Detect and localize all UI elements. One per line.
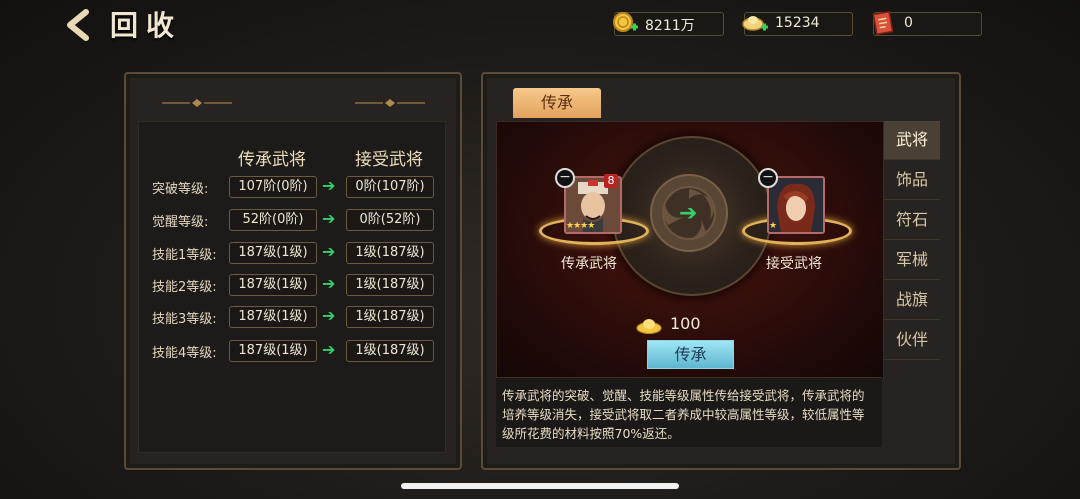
col-header-source: 传承武将: [238, 150, 306, 170]
row-label: 突破等级:: [152, 182, 209, 197]
arrow-right-icon: ➔: [322, 242, 336, 261]
cost-value: 100: [670, 314, 701, 333]
tab-banner[interactable]: 战旗: [884, 281, 940, 320]
back-arrow-icon[interactable]: [62, 8, 96, 42]
row-label: 技能1等级:: [152, 248, 217, 263]
tab-hero[interactable]: 武将: [884, 121, 940, 160]
inherit-description: 传承武将的突破、觉醒、技能等级属性传给接受武将，传承武将的培养等级消失，接受武将…: [496, 377, 882, 447]
row-label: 技能3等级:: [152, 312, 217, 327]
tab-accessory[interactable]: 饰品: [884, 161, 940, 200]
inherit-confirm-button[interactable]: 传承: [647, 340, 734, 369]
row-label: 觉醒等级:: [152, 215, 209, 230]
target-value: 1级(187级): [346, 274, 434, 296]
arrow-right-icon: ➔: [322, 274, 336, 293]
arrow-right-icon: ➔: [322, 209, 336, 228]
ticket-value: 0: [904, 15, 913, 31]
target-hero-stars-icon: ★: [769, 221, 778, 231]
remove-target-hero-icon[interactable]: −: [758, 168, 778, 188]
gold-resource[interactable]: 8211万: [613, 12, 724, 36]
tab-companion[interactable]: 伙伴: [884, 321, 940, 360]
target-value: 0阶(52阶): [346, 209, 434, 231]
source-value: 187级(1级): [229, 340, 317, 362]
row-label: 技能2等级:: [152, 280, 217, 295]
gold-coins-plus-icon: [613, 12, 638, 32]
ornament-right: [355, 99, 425, 107]
tab-inherit[interactable]: 传承: [513, 88, 601, 118]
source-value: 52阶(0阶): [229, 209, 317, 231]
ornament-left: [162, 99, 232, 107]
home-indicator[interactable]: [401, 483, 679, 489]
row-label: 技能4等级:: [152, 346, 217, 361]
gold-ingot-icon: [636, 319, 662, 334]
target-value: 1级(187级): [346, 242, 434, 264]
col-header-target: 接受武将: [355, 150, 423, 170]
page-title: 回收: [110, 9, 183, 42]
tab-armament[interactable]: 军械: [884, 241, 940, 280]
transfer-arrow-icon: ➔: [679, 201, 698, 226]
target-hero-label: 接受武将: [766, 256, 822, 272]
source-value: 107阶(0阶): [229, 176, 317, 198]
source-value: 187级(1级): [229, 274, 317, 296]
arrow-right-icon: ➔: [322, 306, 336, 325]
gold-value: 8211万: [645, 18, 695, 34]
category-tabs: 武将 饰品 符石 军械 战旗 伙伴: [884, 121, 942, 361]
scroll-ticket-icon: [872, 10, 894, 36]
arrow-right-icon: ➔: [322, 176, 336, 195]
tab-rune[interactable]: 符石: [884, 201, 940, 240]
source-value: 187级(1级): [229, 306, 317, 328]
remove-source-hero-icon[interactable]: −: [555, 168, 575, 188]
target-value: 0阶(107阶): [346, 176, 434, 198]
hero-portrait-icon: [769, 178, 823, 232]
source-value: 187级(1级): [229, 242, 317, 264]
source-hero-badge: 8: [604, 174, 618, 188]
source-hero-label: 传承武将: [561, 256, 617, 272]
target-value: 1级(187级): [346, 340, 434, 362]
silver-ingot-plus-icon: [742, 16, 768, 31]
ticket-resource[interactable]: 0: [872, 10, 982, 36]
target-value: 1级(187级): [346, 306, 434, 328]
source-hero-stars-icon: ★★★★: [566, 221, 595, 231]
silver-resource[interactable]: 15234: [742, 12, 853, 36]
arrow-right-icon: ➔: [322, 340, 336, 359]
silver-value: 15234: [775, 15, 820, 31]
